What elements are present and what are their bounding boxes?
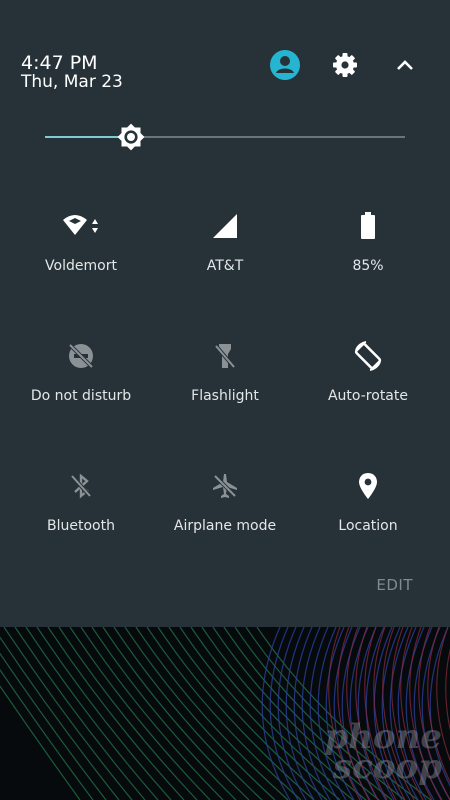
tile-bluetooth[interactable]: Bluetooth bbox=[6, 460, 156, 560]
gear-icon[interactable] bbox=[327, 47, 363, 83]
airplane-icon bbox=[205, 466, 245, 506]
location-pin-icon bbox=[348, 466, 388, 506]
watermark-logo: phone scoop bbox=[324, 717, 442, 787]
tile-label: Location bbox=[338, 518, 398, 534]
tile-wifi[interactable]: Voldemort bbox=[6, 200, 156, 300]
tile-label: Airplane mode bbox=[173, 518, 277, 534]
flashlight-icon bbox=[205, 336, 245, 376]
brightness-icon[interactable] bbox=[115, 121, 147, 153]
auto-rotate-icon bbox=[348, 336, 388, 376]
tile-do-not-disturb[interactable]: Do not disturb bbox=[6, 330, 156, 430]
tile-battery[interactable]: 85% bbox=[293, 200, 443, 300]
tile-location[interactable]: Location bbox=[293, 460, 443, 560]
tile-cellular[interactable]: AT&T bbox=[150, 200, 300, 300]
do-not-disturb-icon bbox=[61, 336, 101, 376]
tile-auto-rotate[interactable]: Auto-rotate bbox=[293, 330, 443, 430]
edit-button[interactable]: EDIT bbox=[376, 576, 413, 594]
wallpaper-background: phone scoop bbox=[0, 627, 450, 800]
clock-date: Thu, Mar 23 bbox=[21, 72, 123, 92]
battery-icon bbox=[348, 206, 388, 246]
clock-time: 4:47 PM bbox=[21, 52, 98, 74]
tile-airplane-mode[interactable]: Airplane mode bbox=[150, 460, 300, 560]
quick-settings-panel: 4:47 PM Thu, Mar 23 Voldemort AT&T 85% D… bbox=[0, 0, 450, 627]
account-icon[interactable] bbox=[267, 47, 303, 83]
tile-label: Auto-rotate bbox=[327, 388, 408, 404]
tile-label: Voldemort bbox=[45, 258, 117, 274]
tile-flashlight[interactable]: Flashlight bbox=[150, 330, 300, 430]
tile-label: Do not disturb bbox=[30, 388, 132, 404]
wifi-icon bbox=[61, 206, 101, 246]
tile-label: Bluetooth bbox=[47, 518, 115, 534]
brightness-slider[interactable] bbox=[45, 120, 405, 156]
tile-label: 85% bbox=[352, 258, 384, 274]
tile-label: Flashlight bbox=[191, 388, 259, 404]
tile-label: AT&T bbox=[206, 258, 244, 274]
chevron-up-icon[interactable] bbox=[387, 47, 423, 83]
cell-signal-icon bbox=[205, 206, 245, 246]
bluetooth-off-icon bbox=[61, 466, 101, 506]
